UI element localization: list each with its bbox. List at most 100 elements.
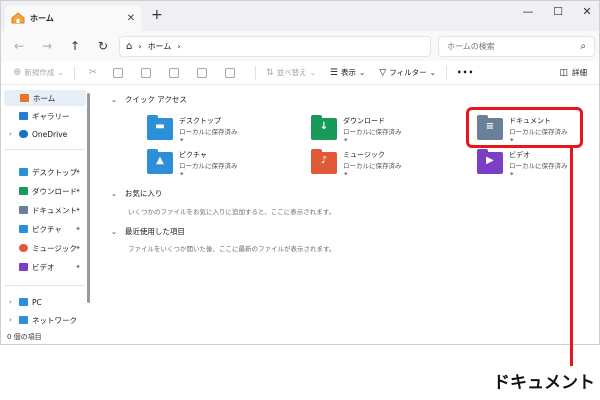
new-label: 新規作成	[24, 68, 55, 77]
new-button[interactable]: ⊕ 新規作成 ⌄	[9, 63, 68, 83]
home-icon	[11, 12, 25, 24]
maximize-button[interactable]: ☐	[548, 5, 568, 18]
close-window-button[interactable]: ✕	[577, 5, 597, 18]
close-tab-icon[interactable]: ✕	[127, 13, 135, 24]
quick-access-header[interactable]: ⌄ クイック アクセス	[111, 94, 187, 105]
callout-line	[570, 148, 573, 366]
new-tab-button[interactable]: +	[151, 7, 163, 23]
folder-status: ローカルに保存済み	[179, 162, 238, 170]
more-options-button[interactable]: •••	[453, 63, 478, 83]
title-bar: ホーム ✕ + — ☐ ✕	[1, 1, 599, 31]
sidebar-item-label: ミュージック	[32, 243, 77, 253]
sidebar-item-network[interactable]: › ネットワーク	[3, 312, 87, 328]
favorites-header[interactable]: ⌄ お気に入り	[111, 188, 162, 199]
sort-icon: ⇅	[266, 67, 274, 78]
sidebar-item-label: ドキュメント	[32, 205, 77, 215]
chevron-down-icon: ⌄	[359, 68, 366, 77]
details-pane-icon: ◫	[559, 67, 568, 78]
refresh-button[interactable]: ↻	[91, 39, 115, 53]
rename-button[interactable]	[165, 63, 193, 83]
paste-button[interactable]	[137, 63, 165, 83]
search-placeholder: ホームの検索	[447, 42, 495, 51]
breadcrumb-home[interactable]: ホーム	[148, 41, 172, 52]
paste-icon	[141, 67, 152, 78]
favorites-empty-message: いくつかのファイルをお気に入りに追加すると、ここに表示されます。	[128, 208, 336, 216]
music-icon	[19, 244, 28, 252]
recent-header[interactable]: ⌄ 最近使用した項目	[111, 226, 185, 237]
pin-icon: ✦	[75, 168, 81, 176]
up-button[interactable]: ↑	[63, 39, 87, 53]
folder-name: ダウンロード	[343, 117, 385, 125]
view-button[interactable]: ☰ 表示 ⌄	[326, 63, 369, 83]
folder-status: ローカルに保存済み	[343, 162, 402, 170]
chevron-down-icon: ⌄	[429, 68, 436, 77]
filter-icon: ▽	[379, 67, 387, 78]
sort-label: 並べ替え	[276, 68, 307, 77]
search-icon: ⌕	[580, 41, 586, 52]
cut-icon: ✂	[88, 67, 98, 78]
sidebar-item-music[interactable]: ミュージック ✦	[3, 240, 87, 256]
new-icon: ⊕	[13, 67, 22, 78]
pin-icon: ✦	[75, 244, 81, 252]
breadcrumb-separator[interactable]: ›	[138, 42, 141, 51]
sidebar-item-label: OneDrive	[32, 129, 68, 139]
cut-button[interactable]: ✂	[85, 63, 101, 83]
recent-empty-message: ファイルをいくつか開いた後、ここに最新のファイルが表示されます。	[128, 245, 336, 253]
sidebar-item-home[interactable]: ホーム	[4, 90, 86, 106]
sidebar-item-onedrive[interactable]: › OneDrive	[3, 126, 87, 142]
back-button[interactable]: ←	[7, 39, 31, 53]
folder-status: ローカルに保存済み	[509, 162, 568, 170]
sidebar-item-desktop[interactable]: デスクトップ ✦	[3, 164, 87, 180]
filter-button[interactable]: ▽ フィルター ⌄	[375, 63, 440, 83]
folder-name: ミュージック	[343, 151, 385, 159]
delete-button[interactable]	[221, 63, 249, 83]
view-label: 表示	[341, 68, 356, 77]
toolbar-divider	[445, 65, 447, 80]
video-icon	[19, 263, 28, 271]
quick-access-desktop[interactable]: ▬ デスクトップ ローカルに保存済み ✦	[147, 115, 297, 148]
rename-icon	[169, 67, 180, 78]
callout-label: ドキュメント	[493, 373, 595, 393]
sidebar-item-label: デスクトップ	[32, 167, 77, 177]
chevron-right-icon[interactable]: ›	[9, 316, 12, 324]
folder-name: デスクトップ	[179, 117, 221, 125]
sidebar-item-pictures[interactable]: ピクチャ ✦	[3, 221, 87, 237]
home-icon: ⌂	[126, 41, 133, 52]
sidebar-scrollbar[interactable]	[87, 93, 90, 303]
video-folder-icon: ▶	[477, 149, 503, 174]
sort-button[interactable]: ⇅ 並べ替え ⌄	[262, 63, 320, 83]
quick-access-music[interactable]: ♪ ミュージック ローカルに保存済み ✦	[311, 149, 461, 182]
share-button[interactable]	[193, 63, 221, 83]
forward-button[interactable]: →	[35, 39, 59, 53]
toolbar-divider	[255, 65, 257, 80]
quick-access-pictures[interactable]: ▲ ピクチャ ローカルに保存済み ✦	[147, 149, 297, 182]
search-input[interactable]: ホームの検索 ⌕	[438, 36, 595, 57]
chevron-down-icon: ⌄	[111, 189, 117, 198]
quick-access-downloads[interactable]: ↓ ダウンロード ローカルに保存済み ✦	[311, 115, 461, 148]
sidebar-item-pc[interactable]: › PC	[3, 294, 87, 310]
copy-button[interactable]	[109, 63, 137, 83]
minimize-button[interactable]: —	[518, 5, 538, 18]
sidebar-item-label: ビデオ	[32, 262, 55, 272]
chevron-right-icon[interactable]: ›	[9, 298, 12, 306]
filter-label: フィルター	[389, 68, 427, 77]
pin-icon: ✦	[179, 170, 185, 178]
tab-home[interactable]: ホーム ✕	[5, 5, 141, 31]
share-icon	[197, 67, 208, 78]
sidebar-item-videos[interactable]: ビデオ ✦	[3, 259, 87, 275]
download-icon	[19, 187, 28, 195]
breadcrumb-separator[interactable]: ›	[177, 42, 180, 51]
navigation-pane: ホーム ギャラリー › OneDrive デスクトップ ✦ ダウンロード ✦ ド…	[1, 86, 93, 331]
sidebar-item-documents[interactable]: ドキュメント ✦	[3, 202, 87, 218]
chevron-down-icon: ⌄	[111, 95, 117, 104]
sidebar-item-downloads[interactable]: ダウンロード ✦	[3, 183, 87, 199]
quick-access-videos[interactable]: ▶ ビデオ ローカルに保存済み ✦	[477, 149, 600, 182]
address-bar[interactable]: ⌂ › ホーム ›	[119, 36, 431, 57]
sidebar-item-label: ネットワーク	[32, 315, 77, 325]
sidebar-item-gallery[interactable]: ギャラリー	[3, 108, 87, 124]
copy-icon	[113, 67, 124, 78]
chevron-right-icon[interactable]: ›	[9, 130, 12, 138]
download-folder-icon: ↓	[311, 115, 337, 140]
delete-icon	[225, 67, 236, 78]
details-button[interactable]: ◫ 詳細	[555, 63, 591, 83]
